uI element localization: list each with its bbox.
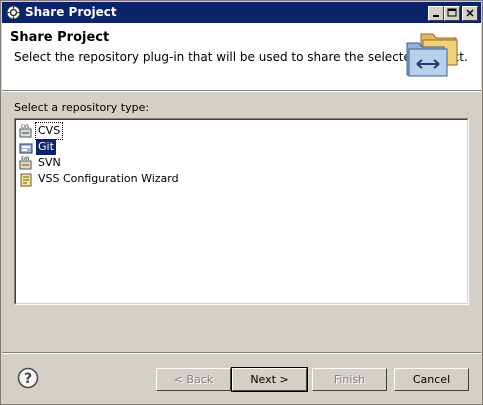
svg-text:?: ? [24,371,32,387]
close-window-button[interactable] [462,6,478,21]
back-button[interactable]: < Back [156,368,231,391]
svg-text:CVS: CVS [21,124,30,129]
cancel-button[interactable]: Cancel [394,368,469,391]
list-item-label: CVS [34,122,64,140]
next-button[interactable]: Next > [231,367,308,392]
wizard-header: Share Project Select the repository plug… [2,23,481,90]
maximize-icon [447,8,457,17]
svg-text:SVN: SVN [21,156,29,161]
list-item-label: Git [36,139,56,155]
repository-type-list[interactable]: CVS CVS Git SVN SVN VSS Configuration Wi… [14,118,469,305]
button-bar-divider [2,352,481,354]
git-icon [19,143,33,154]
close-icon [466,9,474,17]
page-description: Select the repository plug-in that will … [14,50,468,64]
page-title: Share Project [10,30,110,45]
minimize-button[interactable] [428,6,444,21]
header-divider [2,90,481,92]
help-icon[interactable]: ? [17,367,39,389]
list-item-label: SVN [38,156,61,169]
share-folders-icon [406,33,458,77]
cvs-icon: CVS [19,124,32,138]
repository-type-label: Select a repository type: [14,101,150,114]
share-project-dialog: Share Project Share Project Select the r… [0,0,483,405]
vss-icon [20,173,32,187]
maximize-button[interactable] [444,6,460,21]
window-title: Share Project [25,5,117,19]
minimize-icon [433,15,439,17]
eclipse-icon [6,5,21,20]
list-item-label: VSS Configuration Wizard [38,172,179,185]
finish-button[interactable]: Finish [312,368,387,391]
title-bar[interactable]: Share Project [2,2,481,23]
svn-icon: SVN [19,156,32,170]
